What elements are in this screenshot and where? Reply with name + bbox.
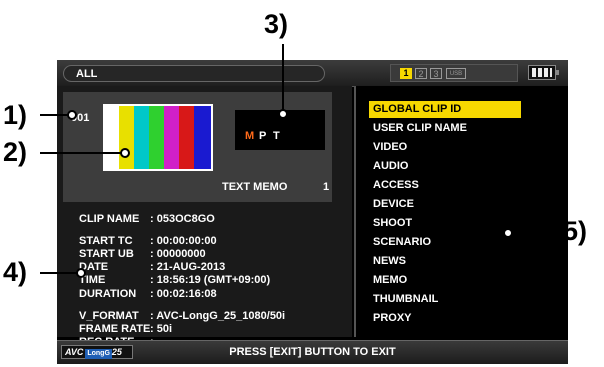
menu-item-proxy[interactable]: PROXY [369,310,521,327]
clip-summary-card: 001 M P T TEXT MEMO 1 [63,92,332,202]
info-date: DATE: 21-AUG-2013 [79,261,226,273]
callout-2: 2) [3,137,28,167]
property-menu: GLOBAL CLIP ID USER CLIP NAME VIDEO AUDI… [354,86,568,337]
callout-1: 1) [3,100,28,130]
leader-line-5 [508,232,560,234]
slot-usb: USB [446,68,466,79]
leader-line-4 [40,272,80,274]
exit-instruction: PRESS [EXIT] BUTTON TO EXIT [229,346,396,358]
info-v-format: V_FORMAT: AVC-LongG_25_1080/50i [79,310,286,322]
footer-bar: AVC LongG 25 PRESS [EXIT] BUTTON TO EXIT [57,340,568,364]
text-memo-mark: T [273,130,280,142]
leader-dot-3 [278,109,288,119]
menu-item-user-clip-name[interactable]: USER CLIP NAME [369,120,521,137]
text-memo-count: 1 [323,181,330,193]
menu-item-audio[interactable]: AUDIO [369,158,521,175]
menu-item-scenario[interactable]: SCENARIO [369,234,521,251]
text-memo-label: TEXT MEMO [222,181,288,193]
leader-line-2 [40,152,124,154]
menu-item-device[interactable]: DEVICE [369,196,521,213]
leader-dot-2 [120,148,130,158]
proxy-mark: P [259,130,267,142]
clip-info-panel: 001 M P T TEXT MEMO 1 CLIP NAME: 053OC8G… [57,86,352,348]
clip-properties-screen: ALL 1 2 3 USB 001 M P T TEXT MEMO 1 CLIP… [57,60,568,364]
menu-item-thumbnail[interactable]: THUMBNAIL [369,291,521,308]
callout-4: 4) [3,257,28,287]
leader-dot-1 [67,110,77,120]
status-bar: ALL 1 2 3 USB [57,60,568,87]
slot-3: 3 [430,68,442,79]
menu-item-news[interactable]: NEWS [369,253,521,270]
info-duration: DURATION: 00:02:16:08 [79,288,217,300]
callout-3: 3) [264,9,289,39]
menu-item-memo[interactable]: MEMO [369,272,521,289]
leader-line-1 [40,114,70,116]
info-frame-rate: FRAME RATE: 50i [79,323,173,335]
menu-item-access[interactable]: ACCESS [369,177,521,194]
leader-dot-4 [76,268,86,278]
menu-item-video[interactable]: VIDEO [369,139,521,156]
leader-dot-5 [503,228,513,238]
thumbnail-mode-display[interactable]: ALL [63,65,325,82]
info-start-ub: START UB: 00000000 [79,248,206,260]
battery-icon [528,65,559,80]
leader-line-3 [282,44,284,114]
info-time: TIME: 18:56:19 (GMT+09:00) [79,274,271,286]
slot-indicator: 1 2 3 USB [390,64,518,82]
menu-item-shoot[interactable]: SHOOT [369,215,521,232]
color-bars-thumbnail [103,104,213,171]
info-clip-name: CLIP NAME: 053OC8GO [79,213,215,225]
slot-1: 1 [400,68,412,79]
menu-item-global-clip-id[interactable]: GLOBAL CLIP ID [369,101,521,118]
info-start-tc: START TC: 00:00:00:00 [79,235,217,247]
memo-mark: M [245,130,255,142]
slot-2: 2 [415,68,427,79]
